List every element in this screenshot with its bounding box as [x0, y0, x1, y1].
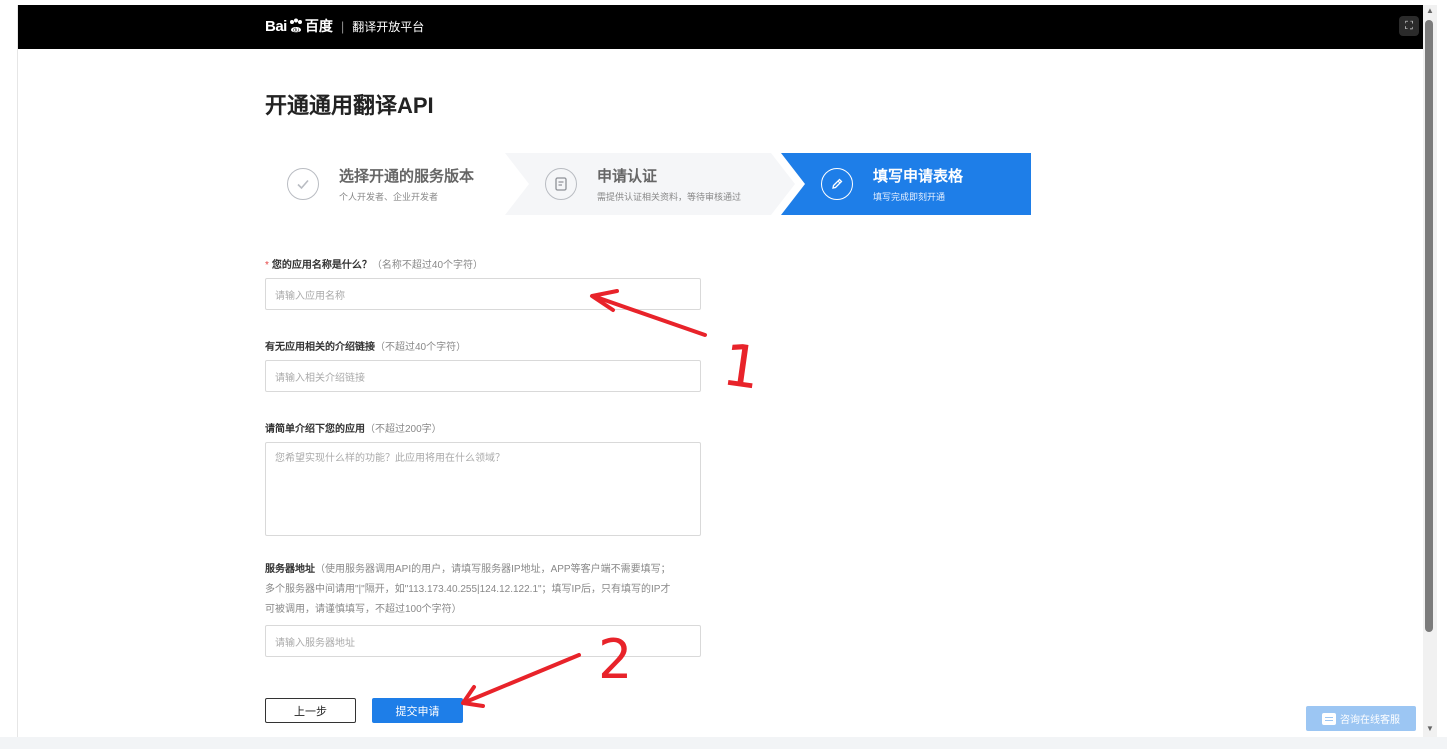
placeholder: 请输入相关介绍链接: [275, 372, 365, 384]
submit-application-button[interactable]: 提交申请: [372, 698, 463, 723]
label-text: 服务器地址: [265, 564, 315, 575]
label-hint-line2: 多个服务器中间请用"|"隔开，如"113.173.40.255|124.12.1…: [265, 584, 671, 595]
app-name-label: * 您的应用名称是什么？（名称不超过40个字符）: [265, 256, 483, 271]
intro-link-input[interactable]: 请输入相关介绍链接: [265, 360, 701, 392]
step-subtitle: 填写完成即刻开通: [873, 192, 946, 202]
scroll-up-arrow-icon[interactable]: ▲: [1425, 6, 1435, 16]
frame-bottom: [0, 737, 1447, 749]
frame-left: [0, 0, 17, 749]
scroll-down-arrow-icon[interactable]: ▼: [1425, 724, 1435, 734]
placeholder: 请输入服务器地址: [275, 637, 355, 649]
paw-icon: du: [289, 18, 302, 34]
placeholder: 请输入应用名称: [275, 290, 345, 302]
svg-text:du: du: [293, 28, 299, 34]
app-name-input[interactable]: 请输入应用名称: [265, 278, 701, 310]
top-navigation-bar: Bai du 百度 | 翻译开放平台: [18, 5, 1423, 49]
label-hint: （不超过200字）: [365, 424, 442, 435]
label-hint: （名称不超过40个字符）: [371, 260, 484, 271]
platform-name: 翻译开放平台: [352, 19, 425, 34]
step-title: 选择开通的服务版本: [339, 168, 475, 185]
logo-du-text: 百度: [304, 18, 333, 34]
step-title: 申请认证: [597, 168, 658, 185]
logo-separator: |: [340, 18, 345, 34]
placeholder: 您希望实现什么样的功能？此应用将用在什么领域？: [275, 453, 505, 464]
step-title: 填写申请表格: [873, 168, 964, 185]
step-fill-form: 填写申请表格 填写完成即刻开通: [821, 153, 1021, 215]
fit-screen-icon[interactable]: ⛶: [1399, 16, 1419, 36]
server-address-label: 服务器地址（使用服务器调用API的用户，请填写服务器IP地址，APP等客户端不需…: [265, 560, 725, 620]
edit-icon: [821, 168, 853, 200]
label-hint: （使用服务器调用API的用户，请填写服务器IP地址，APP等客户端不需要填写；: [315, 564, 671, 575]
step-subtitle: 需提供认证相关资料，等待审核通过: [597, 192, 742, 202]
label-text: 有无应用相关的介绍链接: [265, 342, 375, 353]
progress-steps: 选择开通的服务版本 个人开发者、企业开发者 申请认证 需提供认证相关资料，等待审…: [265, 153, 1031, 215]
baidu-logo[interactable]: Bai du 百度 | 翻译开放平台: [265, 16, 424, 36]
label-text: 请简单介绍下您的应用: [265, 424, 365, 435]
online-support-button[interactable]: 咨询在线客服: [1306, 706, 1416, 731]
intro-link-label: 有无应用相关的介绍链接（不超过40个字符）: [265, 338, 466, 353]
chat-icon: [1322, 712, 1336, 725]
check-icon: [287, 168, 319, 200]
step-select-version: 选择开通的服务版本 个人开发者、企业开发者: [287, 153, 517, 215]
step-certification: 申请认证 需提供认证相关资料，等待审核通过: [545, 153, 775, 215]
required-mark: *: [265, 260, 269, 271]
label-hint-line3: 可被调用，请谨慎填写，不超过100个字符）: [265, 604, 462, 615]
label-hint: （不超过40个字符）: [375, 342, 467, 353]
chat-label: 咨询在线客服: [1340, 715, 1400, 726]
scrollbar-thumb[interactable]: [1425, 20, 1433, 632]
page-title: 开通通用翻译API: [265, 93, 434, 118]
document-icon: [545, 168, 577, 200]
step-subtitle: 个人开发者、企业开发者: [339, 192, 439, 202]
description-label: 请简单介绍下您的应用（不超过200字）: [265, 420, 442, 435]
label-text: 您的应用名称是什么？: [271, 260, 372, 271]
description-textarea[interactable]: 您希望实现什么样的功能？此应用将用在什么领域？: [265, 442, 701, 536]
browser-viewport: Bai du 百度 | 翻译开放平台 开通通用翻译API 选择开通的服务版本 个…: [17, 5, 1423, 737]
logo-bai-text: Bai: [265, 17, 287, 35]
previous-step-button[interactable]: 上一步: [265, 698, 356, 723]
server-address-input[interactable]: 请输入服务器地址: [265, 625, 701, 657]
